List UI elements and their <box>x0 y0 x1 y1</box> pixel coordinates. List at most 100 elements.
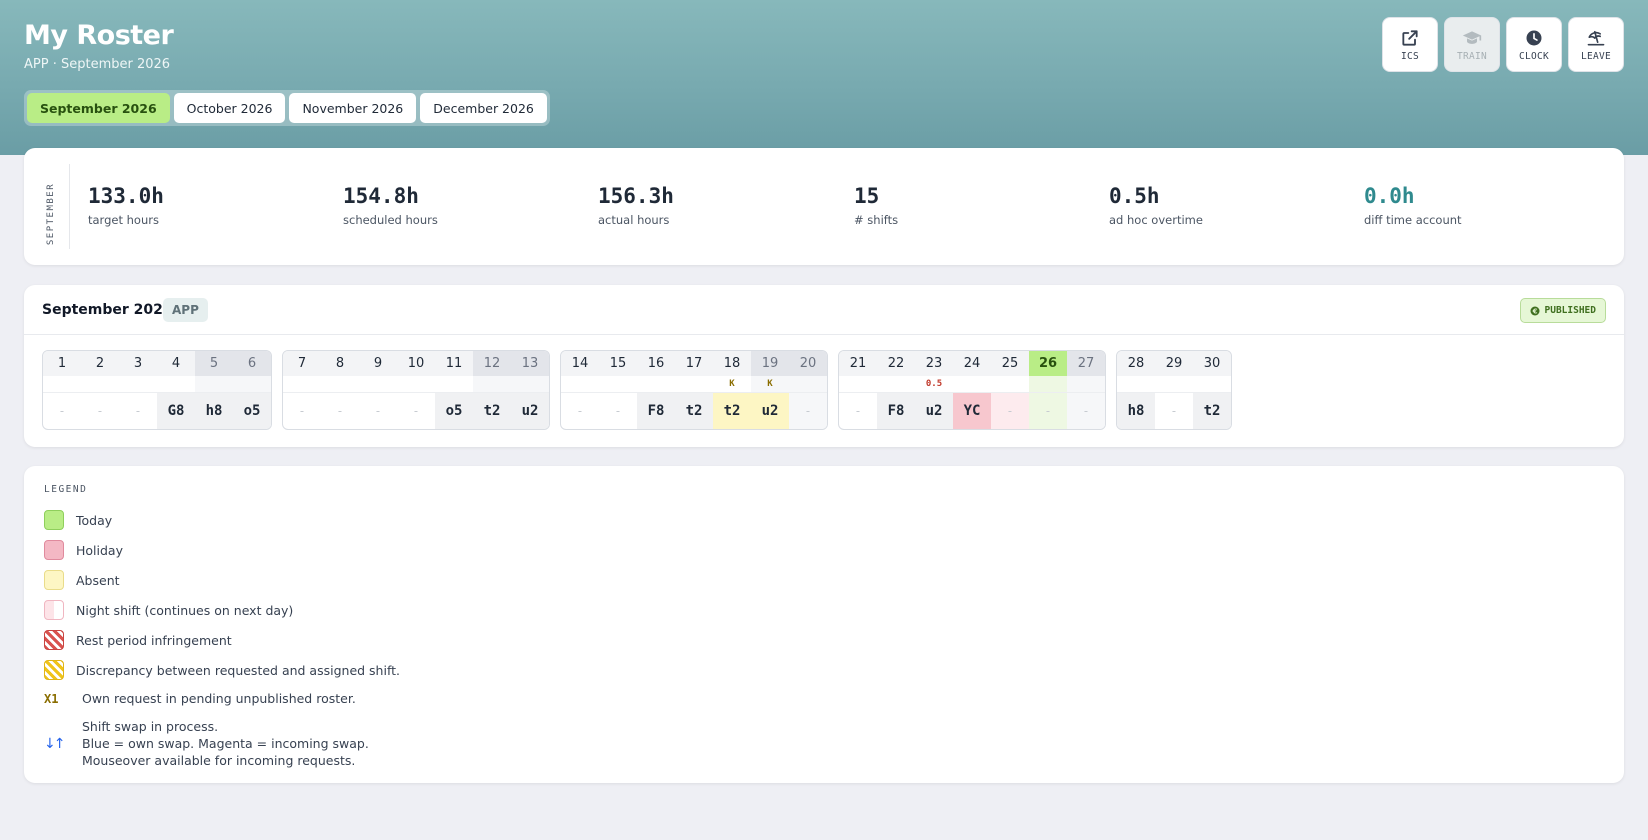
train-button[interactable]: TRAIN <box>1444 17 1500 72</box>
roster-day[interactable]: 11 o5 <box>435 351 473 429</box>
shift-code[interactable]: - <box>991 393 1029 429</box>
shift-code[interactable]: u2 <box>751 393 789 429</box>
svg-text:€: € <box>1531 307 1537 315</box>
ics-button[interactable]: ICS <box>1382 17 1438 72</box>
shift-code[interactable]: o5 <box>233 393 271 429</box>
tab-november-2026[interactable]: November 2026 <box>289 93 417 123</box>
roster-day[interactable]: 26 - <box>1029 351 1067 429</box>
roster-day[interactable]: 28 h8 <box>1117 351 1155 429</box>
shift-code[interactable]: - <box>359 393 397 429</box>
roster-day[interactable]: 21 - <box>839 351 877 429</box>
status-badge-text: PUBLISHED <box>1544 305 1596 316</box>
roster-day[interactable]: 23 0.5 u2 <box>915 351 953 429</box>
day-number: 14 <box>561 351 599 376</box>
roster-day[interactable]: 5 h8 <box>195 351 233 429</box>
day-note <box>81 376 119 393</box>
day-number: 27 <box>1067 351 1105 376</box>
day-note <box>397 376 435 393</box>
day-number: 23 <box>915 351 953 376</box>
shift-code[interactable]: t2 <box>1193 393 1231 429</box>
shift-code[interactable]: - <box>789 393 827 429</box>
roster-day[interactable]: 30 t2 <box>1193 351 1231 429</box>
roster-day[interactable]: 8- <box>321 351 359 429</box>
roster-day[interactable]: 2- <box>81 351 119 429</box>
stat-diff-time-account: 0.0h diff time account <box>1364 184 1462 227</box>
shift-code[interactable]: - <box>283 393 321 429</box>
swap-line: Blue = own swap. Magenta = incoming swap… <box>82 736 369 751</box>
shift-code[interactable]: t2 <box>713 393 751 429</box>
day-note <box>561 376 599 393</box>
week-group: 28 h8 29 -30 t2 <box>1116 350 1232 430</box>
day-note: K <box>713 376 751 393</box>
shift-code[interactable]: - <box>119 393 157 429</box>
day-number: 2 <box>81 351 119 376</box>
stat-caption: # shifts <box>854 213 899 227</box>
roster-day[interactable]: 1- <box>43 351 81 429</box>
shift-code[interactable]: h8 <box>195 393 233 429</box>
shift-code[interactable]: o5 <box>435 393 473 429</box>
day-note <box>1067 376 1105 393</box>
clock-button[interactable]: CLOCK <box>1506 17 1562 72</box>
shift-code[interactable]: - <box>1029 393 1067 429</box>
roster-day[interactable]: 12 t2 <box>473 351 511 429</box>
page-subtitle: APP · September 2026 <box>24 57 171 72</box>
shift-code[interactable]: - <box>43 393 81 429</box>
leave-label: LEAVE <box>1580 50 1612 62</box>
roster-day[interactable]: 14 - <box>561 351 599 429</box>
train-label: TRAIN <box>1456 50 1488 62</box>
day-number: 4 <box>157 351 195 376</box>
roster-day[interactable]: 25 - <box>991 351 1029 429</box>
roster-day[interactable]: 22 F8 <box>877 351 915 429</box>
roster-day[interactable]: 24 YC <box>953 351 991 429</box>
legend-label: Holiday <box>76 542 123 558</box>
roster-day[interactable]: 19 Ku2 <box>751 351 789 429</box>
leave-button[interactable]: LEAVE <box>1568 17 1624 72</box>
shift-code[interactable]: u2 <box>915 393 953 429</box>
shift-code[interactable]: G8 <box>157 393 195 429</box>
stat-value: 0.0h <box>1364 184 1415 208</box>
roster-day[interactable]: 20 - <box>789 351 827 429</box>
shift-code[interactable]: - <box>397 393 435 429</box>
tab-october-2026[interactable]: October 2026 <box>173 93 286 123</box>
day-number: 25 <box>991 351 1029 376</box>
roster-day[interactable]: 9- <box>359 351 397 429</box>
roster-day[interactable]: 6 o5 <box>233 351 271 429</box>
shift-code[interactable]: h8 <box>1117 393 1155 429</box>
shift-code[interactable]: F8 <box>637 393 675 429</box>
roster-day[interactable]: 17 t2 <box>675 351 713 429</box>
roster-day[interactable]: 4 G8 <box>157 351 195 429</box>
tab-december-2026[interactable]: December 2026 <box>420 93 547 123</box>
stat-value: 15 <box>854 184 880 208</box>
tab-september-2026[interactable]: September 2026 <box>27 93 170 123</box>
stat-value: 154.8h <box>343 184 419 208</box>
legend-label: Today <box>76 512 113 528</box>
roster-day[interactable]: 7- <box>283 351 321 429</box>
day-number: 29 <box>1155 351 1193 376</box>
roster-day[interactable]: 27 - <box>1067 351 1105 429</box>
shift-code[interactable]: - <box>81 393 119 429</box>
shift-code[interactable]: F8 <box>877 393 915 429</box>
day-number: 17 <box>675 351 713 376</box>
shift-code[interactable]: t2 <box>675 393 713 429</box>
legend-item-rest-period: Rest period infringement <box>44 630 232 650</box>
roster-day[interactable]: 10 - <box>397 351 435 429</box>
roster-day[interactable]: 15 - <box>599 351 637 429</box>
day-note <box>119 376 157 393</box>
day-number: 10 <box>397 351 435 376</box>
shift-code[interactable]: - <box>1067 393 1105 429</box>
roster-day[interactable]: 29 - <box>1155 351 1193 429</box>
shift-code[interactable]: - <box>561 393 599 429</box>
shift-code[interactable]: - <box>1155 393 1193 429</box>
shift-code[interactable]: - <box>599 393 637 429</box>
shift-code[interactable]: - <box>321 393 359 429</box>
roster-day[interactable]: 16 F8 <box>637 351 675 429</box>
stat-target-hours: 133.0h target hours <box>88 184 164 227</box>
roster-day[interactable]: 18 Kt2 <box>713 351 751 429</box>
roster-day[interactable]: 13 u2 <box>511 351 549 429</box>
shift-code[interactable]: - <box>839 393 877 429</box>
stat-caption: diff time account <box>1364 213 1462 227</box>
shift-code[interactable]: t2 <box>473 393 511 429</box>
shift-code[interactable]: YC <box>953 393 991 429</box>
roster-day[interactable]: 3- <box>119 351 157 429</box>
shift-code[interactable]: u2 <box>511 393 549 429</box>
